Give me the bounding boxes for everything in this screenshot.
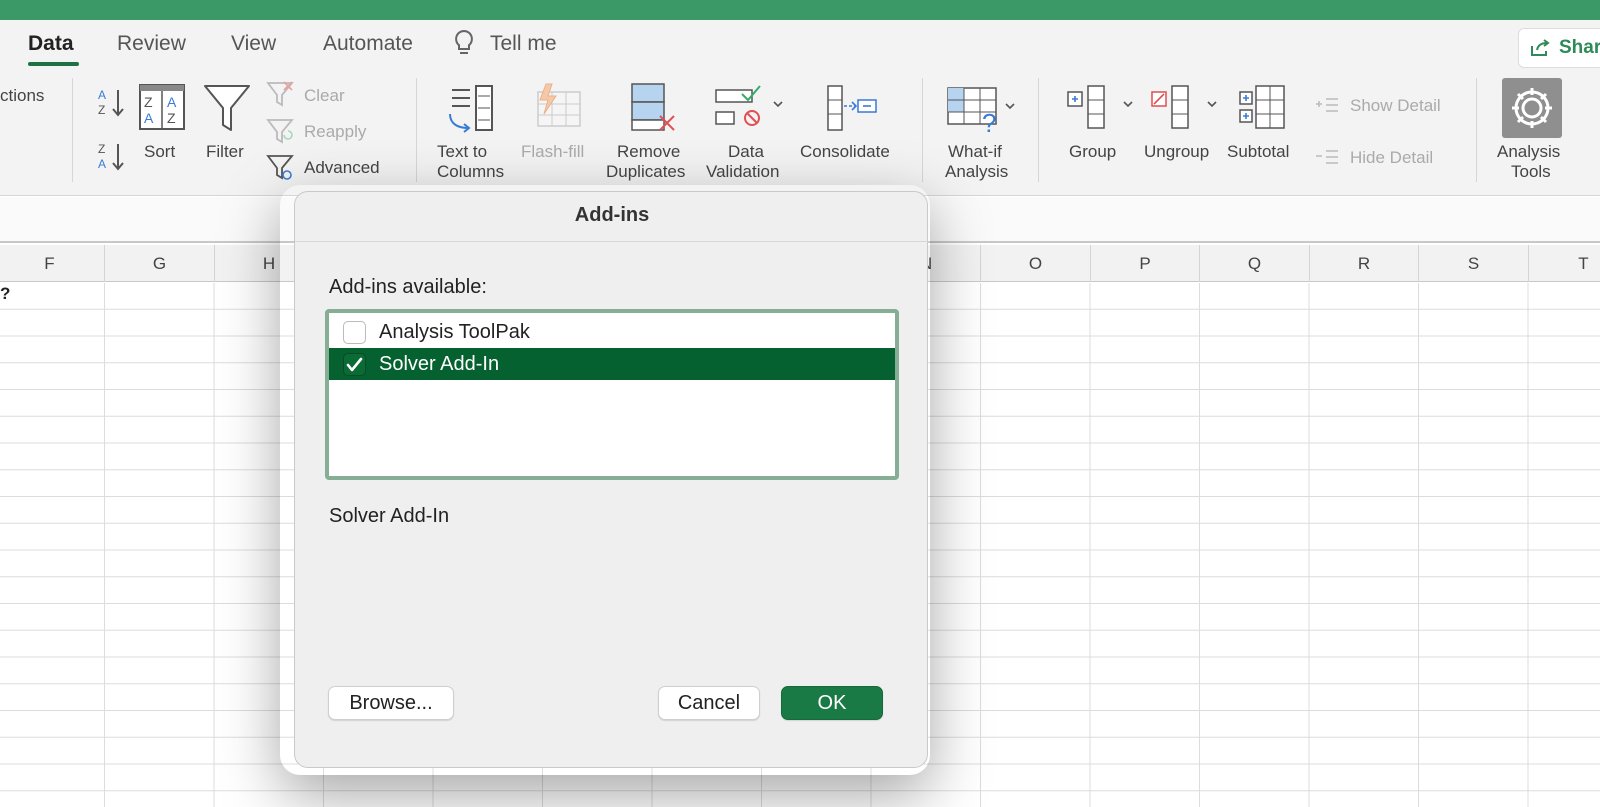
list-item-label: Analysis ToolPak	[379, 321, 530, 343]
ok-button[interactable]: OK	[781, 686, 883, 720]
add-in-description: Solver Add-In	[329, 505, 450, 527]
tab-automate[interactable]: Automate	[323, 32, 413, 56]
ribbon-separator	[922, 78, 923, 182]
data-validation-label-2[interactable]: Validation	[706, 162, 779, 182]
filter-icon[interactable]	[203, 83, 251, 138]
remove-duplicates-icon[interactable]	[630, 82, 678, 139]
text-to-columns-icon[interactable]	[444, 84, 496, 139]
title-bar	[0, 0, 1600, 20]
column-header[interactable]: O	[981, 245, 1091, 282]
share-icon	[1531, 39, 1550, 56]
cancel-button[interactable]: Cancel	[658, 686, 760, 720]
svg-text:Z: Z	[98, 103, 105, 117]
checkmark-icon	[346, 357, 363, 372]
svg-text:?: ?	[982, 108, 996, 136]
svg-text:Z: Z	[98, 142, 105, 156]
ungroup-label[interactable]: Ungroup	[1144, 142, 1209, 162]
dialog-title: Add-ins	[295, 192, 929, 242]
ribbon-separator	[1476, 78, 1477, 182]
checkbox-analysis-toolpak[interactable]	[343, 321, 366, 344]
column-header[interactable]: S	[1419, 245, 1529, 282]
sort-icon[interactable]: ZAAZ	[138, 83, 186, 136]
subtotal-icon[interactable]	[1238, 84, 1288, 137]
flash-fill-label: Flash-fill	[521, 142, 585, 161]
cell-f1[interactable]: ?	[0, 284, 10, 304]
analysis-tools-label-2[interactable]: Tools	[1511, 162, 1551, 182]
lightbulb-icon	[452, 28, 476, 65]
ribbon-separator	[72, 78, 73, 182]
consolidate-icon[interactable]	[826, 84, 878, 137]
add-ins-dialog: Add-ins Add-ins available: Analysis Tool…	[294, 191, 929, 768]
data-validation-label-1[interactable]: Data	[728, 142, 764, 162]
reapply-filter-icon	[266, 117, 294, 150]
advanced-label[interactable]: Advanced	[304, 158, 380, 178]
what-if-label-2[interactable]: Analysis	[945, 162, 1008, 182]
filter-label[interactable]: Filter	[206, 142, 244, 162]
column-header[interactable]: F	[0, 245, 105, 282]
add-ins-list[interactable]: Analysis ToolPak Solver Add-In	[325, 309, 899, 480]
list-item-label: Solver Add-In	[379, 353, 500, 375]
column-header[interactable]: P	[1091, 245, 1200, 282]
svg-text:A: A	[98, 157, 106, 171]
svg-text:Z: Z	[144, 94, 153, 110]
reapply-label: Reapply	[304, 122, 367, 141]
ribbon-separator	[416, 78, 417, 182]
column-header[interactable]: G	[105, 245, 215, 282]
flash-fill-icon	[532, 82, 584, 135]
column-header[interactable]: Q	[1200, 245, 1310, 282]
ribbon-separator	[1038, 78, 1039, 182]
tell-me-search[interactable]: Tell me	[490, 32, 557, 56]
text-to-columns-label-1[interactable]: Text to	[437, 142, 487, 162]
list-item[interactable]: Analysis ToolPak	[329, 316, 895, 348]
sort-ascending-icon[interactable]: AZ	[96, 86, 126, 125]
data-validation-icon[interactable]	[714, 84, 786, 135]
list-item[interactable]: Solver Add-In	[329, 348, 895, 380]
svg-text:A: A	[167, 94, 177, 110]
group-label[interactable]: Group	[1069, 142, 1116, 162]
tab-view[interactable]: View	[231, 32, 276, 56]
share-label: Shar	[1559, 37, 1600, 58]
subtotal-label[interactable]: Subtotal	[1227, 142, 1289, 162]
sort-label[interactable]: Sort	[144, 142, 175, 162]
column-header[interactable]: R	[1310, 245, 1419, 282]
sort-descending-icon[interactable]: ZA	[96, 140, 126, 179]
ribbon-data: ctions AZ ZA ZAAZ Sort Filter Clear Reap…	[0, 72, 1600, 196]
hide-detail-label: Hide Detail	[1350, 148, 1434, 167]
text-to-columns-label-2[interactable]: Columns	[437, 162, 504, 182]
group-icon[interactable]	[1066, 84, 1136, 137]
browse-button[interactable]: Browse...	[328, 686, 454, 720]
what-if-label-1[interactable]: What-if	[948, 142, 1002, 162]
tab-data[interactable]: Data	[28, 32, 74, 56]
column-header[interactable]: T	[1529, 245, 1600, 282]
svg-text:A: A	[98, 88, 106, 102]
clear-filter-icon	[266, 80, 294, 113]
consolidate-label[interactable]: Consolidate	[800, 142, 890, 162]
what-if-analysis-icon[interactable]: ?	[946, 86, 1018, 141]
remove-duplicates-label-2[interactable]: Duplicates	[606, 162, 685, 182]
advanced-filter-icon[interactable]	[266, 153, 294, 188]
gear-icon[interactable]	[1502, 78, 1562, 138]
checkbox-solver-add-in[interactable]	[343, 353, 366, 376]
share-button[interactable]: Shar	[1518, 28, 1600, 68]
add-ins-available-label: Add-ins available:	[329, 276, 487, 298]
show-detail-icon	[1314, 96, 1340, 119]
remove-duplicates-label-1[interactable]: Remove	[617, 142, 680, 162]
clear-label: Clear	[304, 86, 345, 105]
ribbon-tabs: Data Review View Automate Tell me Shar	[0, 20, 1600, 72]
connections-label[interactable]: ctions	[0, 86, 44, 106]
svg-text:A: A	[144, 110, 154, 126]
analysis-tools-label-1[interactable]: Analysis	[1497, 142, 1560, 162]
tab-review[interactable]: Review	[117, 32, 186, 56]
hide-detail-icon	[1314, 148, 1340, 171]
active-tab-indicator	[28, 62, 79, 66]
show-detail-label: Show Detail	[1350, 96, 1441, 115]
svg-text:Z: Z	[167, 110, 176, 126]
ungroup-icon[interactable]	[1150, 84, 1220, 137]
